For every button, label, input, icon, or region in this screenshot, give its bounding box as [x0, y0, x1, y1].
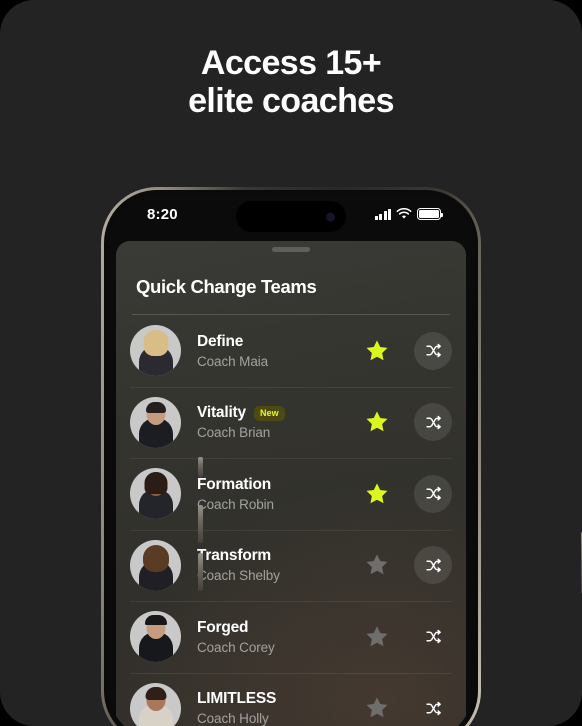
team-name-line: Vitality New [197, 404, 364, 422]
shuffle-icon [425, 558, 441, 572]
avatar [130, 611, 181, 663]
status-badge: New [253, 405, 285, 421]
shuffle-button[interactable] [414, 474, 452, 513]
sheet-drag-handle[interactable] [272, 247, 310, 252]
quick-change-teams-sheet: Quick Change Teams Define Coach Maia Vital… [116, 241, 466, 726]
avatar [130, 396, 181, 448]
team-name: Transform [197, 547, 271, 565]
teams-list: Define Coach Maia Vitality New Coach Brian Fo… [116, 315, 466, 726]
volume-up-button[interactable] [198, 505, 203, 543]
table-row[interactable]: Transform Coach Shelby [116, 529, 466, 602]
shuffle-button[interactable] [414, 403, 452, 442]
page-title: Access 15+ elite coaches [0, 44, 582, 120]
headline-line-1: Access 15+ [200, 44, 382, 82]
status-bar: 8:20 [109, 195, 473, 239]
shuffle-button[interactable] [414, 546, 452, 585]
front-camera-icon [326, 212, 335, 221]
avatar [130, 468, 181, 520]
favorite-star-icon[interactable] [364, 624, 390, 650]
wifi-icon [396, 208, 412, 219]
team-info: LIMITLESS Coach Holly [197, 690, 364, 726]
table-row[interactable]: Forged Coach Corey [116, 601, 466, 673]
table-row[interactable]: LIMITLESS Coach Holly [116, 672, 466, 726]
team-info: Transform Coach Shelby [197, 547, 364, 583]
team-info: Forged Coach Corey [197, 619, 364, 655]
team-name: Vitality [197, 404, 246, 422]
coach-name: Coach Maia [197, 353, 269, 369]
coach-name: Coach Brian [197, 425, 271, 441]
team-name-line: Define [197, 333, 364, 351]
favorite-star-icon[interactable] [364, 552, 390, 578]
team-name: Define [197, 332, 244, 350]
team-name: Forged [197, 618, 249, 636]
headline-line-2: elite coaches [188, 82, 394, 120]
team-name: Formation [197, 475, 271, 493]
shuffle-icon [425, 487, 441, 501]
phone-screen: 8:20 Quick Change Teams Define Coach Mai… [109, 195, 473, 726]
phone-bezel: 8:20 Quick Change Teams Define Coach Mai… [104, 190, 478, 726]
battery-full-icon [417, 208, 443, 220]
team-info: Vitality New Coach Brian [197, 404, 364, 440]
shuffle-icon [425, 344, 441, 358]
coach-name: Coach Corey [197, 639, 275, 655]
shuffle-icon [425, 701, 441, 715]
team-name-line: Forged [197, 619, 364, 637]
table-row[interactable]: Formation Coach Robin [116, 458, 466, 530]
phone-mockup: 8:20 Quick Change Teams Define Coach Mai… [101, 187, 582, 726]
team-name: LIMITLESS [197, 690, 277, 708]
avatar [130, 539, 181, 591]
shuffle-icon [425, 415, 441, 429]
status-bar-indicators [374, 208, 443, 220]
shuffle-button[interactable] [414, 618, 452, 656]
status-bar-clock: 8:20 [147, 206, 178, 223]
promo-page: Access 15+ elite coaches 8:20 Quick Chan… [0, 0, 582, 726]
coach-name: Coach Holly [197, 711, 269, 726]
shuffle-button[interactable] [414, 331, 452, 370]
table-row[interactable]: Define Coach Maia [116, 315, 466, 387]
favorite-star-icon-active[interactable] [364, 481, 390, 507]
cellular-signal-icon [374, 208, 391, 220]
favorite-star-icon[interactable] [364, 695, 390, 721]
coach-name: Coach Robin [197, 496, 274, 512]
team-name-line: LIMITLESS [197, 690, 364, 708]
shuffle-button[interactable] [414, 689, 452, 726]
team-name-line: Formation [197, 476, 364, 494]
volume-down-button[interactable] [198, 553, 203, 591]
favorite-star-icon-active[interactable] [364, 409, 390, 435]
sheet-title: Quick Change Teams [136, 276, 317, 297]
team-info: Define Coach Maia [197, 333, 364, 369]
team-info: Formation Coach Robin [197, 476, 364, 512]
avatar [130, 325, 181, 377]
dynamic-island [236, 201, 346, 232]
table-row[interactable]: Vitality New Coach Brian [116, 386, 466, 459]
team-name-line: Transform [197, 547, 364, 565]
shuffle-icon [425, 630, 441, 644]
silent-switch-button[interactable] [198, 457, 203, 477]
coach-name: Coach Shelby [197, 568, 280, 584]
avatar [130, 682, 181, 726]
favorite-star-icon-active[interactable] [364, 338, 390, 364]
